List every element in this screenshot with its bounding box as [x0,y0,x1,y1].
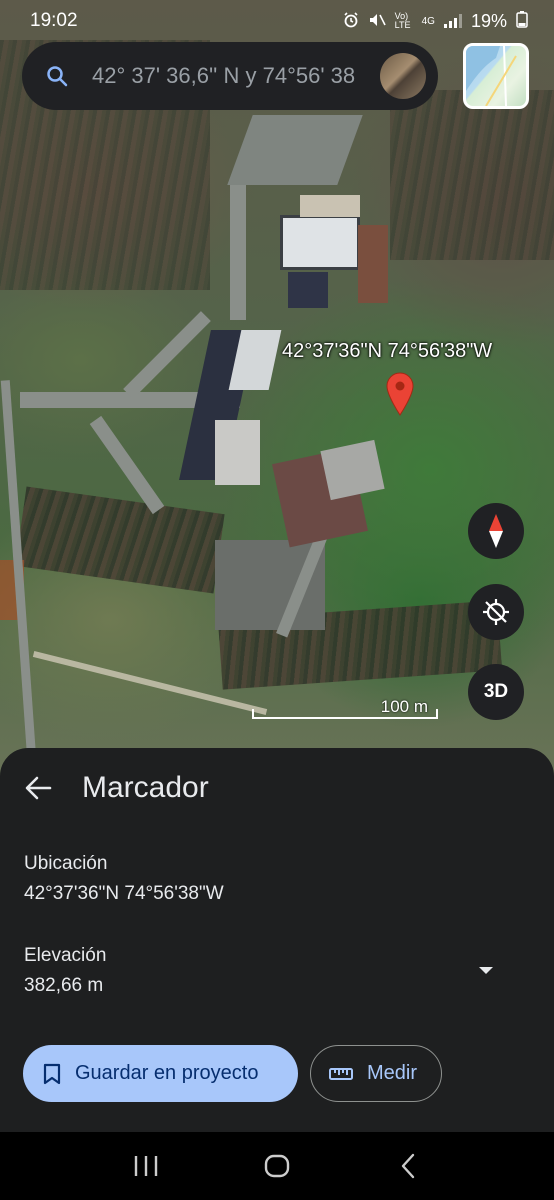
recents-icon [134,1156,157,1176]
search-bar[interactable]: 42° 37' 36,6'' N y 74°56' 38 [22,42,438,110]
gps-off-icon [483,599,509,625]
my-location-button[interactable] [468,584,524,640]
save-to-project-button[interactable]: Guardar en proyecto [23,1045,298,1102]
expand-button[interactable] [474,958,498,982]
tree-line [390,90,554,260]
measure-button[interactable]: Medir [310,1045,442,1102]
nav-back-button[interactable] [378,1136,438,1196]
elevation-label: Elevación [24,945,107,966]
building [358,225,388,303]
compass-icon [489,514,503,548]
location-pin-icon[interactable] [386,372,414,416]
road [230,180,246,320]
scale-ruler [252,709,438,719]
elevation-value: 382,66 m [24,975,104,996]
3d-button[interactable]: 3D [468,664,524,720]
scale-bar: 100 m [252,697,438,721]
system-nav-bar [0,1132,554,1200]
building [215,420,260,485]
marker-label: 42°37'36"N 74°56'38"W [282,340,493,362]
network-label: 4G [421,15,435,27]
mute-icon [368,12,386,30]
save-button-label: Guardar en proyecto [75,1062,259,1084]
search-icon[interactable] [22,65,92,87]
place-thumbnail[interactable] [380,53,426,99]
clock: 19:02 [30,10,78,31]
sheet-header: Marcador [24,768,209,808]
location-value: 42°37'36"N 74°56'38"W [24,883,224,904]
search-input[interactable]: 42° 37' 36,6'' N y 74°56' 38 [92,63,366,89]
building [320,439,385,501]
signal-icon [443,14,462,28]
home-button[interactable] [247,1136,307,1196]
building [280,215,360,270]
battery-icon [516,10,528,33]
marker-sheet: Marcador Ubicación 42°37'36"N 74°56'38"W… [0,748,554,1132]
road [123,311,211,399]
volte-label: Vo) LTE [394,11,411,30]
ruler-icon [329,1067,353,1081]
compass-button[interactable] [468,503,524,559]
chevron-down-icon [479,967,493,974]
building [288,272,328,308]
location-label: Ubicación [24,853,108,874]
back-icon [402,1153,415,1179]
road [227,115,363,185]
building [300,195,360,217]
map-style-toggle[interactable] [463,43,529,109]
battery-label: 19% [470,10,507,31]
recents-button[interactable] [116,1136,176,1196]
home-icon [264,1154,290,1178]
tree-line [15,486,225,594]
sheet-title: Marcador [82,771,209,804]
back-button[interactable] [24,768,58,808]
measure-button-label: Medir [367,1062,418,1084]
alarm-icon [343,12,359,30]
arrow-back-icon [25,776,52,800]
status-bar: 19:02 Vo) LTE 4G 19% [0,0,554,42]
satellite-map[interactable] [0,0,554,780]
bookmark-icon [43,1063,61,1085]
